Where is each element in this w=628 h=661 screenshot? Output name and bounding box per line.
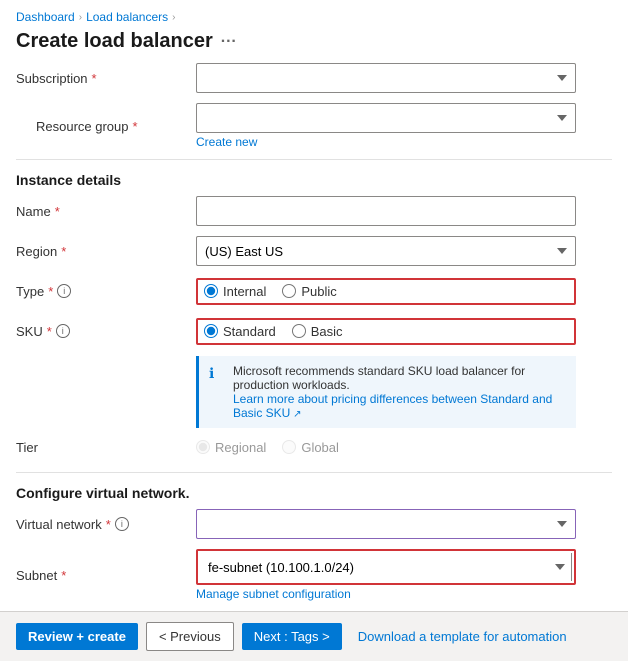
virtual-network-control	[196, 509, 576, 539]
region-control: (US) East US	[196, 236, 576, 266]
tier-global-text: Global	[301, 440, 339, 455]
type-info-icon[interactable]: i	[57, 284, 71, 298]
info-box-icon: ℹ	[209, 365, 225, 420]
type-label: Type * i	[16, 284, 196, 299]
sku-standard-radio[interactable]	[204, 324, 218, 338]
tier-global-radio[interactable]	[282, 440, 296, 454]
sku-control: Standard Basic	[196, 318, 576, 345]
form-content: Subscription * Resource group * Create n…	[0, 63, 628, 643]
subscription-row: Subscription *	[16, 63, 612, 93]
tier-control: Regional Global	[196, 440, 576, 455]
footer: Review + create < Previous Next : Tags >…	[0, 611, 628, 661]
sku-info-icon[interactable]: i	[56, 324, 70, 338]
sku-required: *	[47, 324, 52, 339]
name-label: Name *	[16, 204, 196, 219]
type-public-text: Public	[301, 284, 336, 299]
subscription-select[interactable]	[196, 63, 576, 93]
region-row: Region * (US) East US	[16, 236, 612, 266]
virtual-network-select[interactable]	[196, 509, 576, 539]
type-public-radio[interactable]	[282, 284, 296, 298]
sku-radio-group: Standard Basic	[196, 318, 576, 345]
subscription-label: Subscription *	[16, 71, 196, 86]
resource-group-label: Resource group *	[16, 119, 196, 134]
subscription-control	[196, 63, 576, 93]
page-title-row: Create load balancer ···	[0, 28, 628, 63]
subscription-required: *	[92, 71, 97, 86]
breadcrumb: Dashboard › Load balancers ›	[0, 0, 628, 28]
type-radio-group: Internal Public	[196, 278, 576, 305]
region-required: *	[61, 244, 66, 259]
type-public-label[interactable]: Public	[282, 284, 336, 299]
sku-label: SKU * i	[16, 324, 196, 339]
tier-row: Tier Regional Global	[16, 432, 612, 462]
create-new-link[interactable]: Create new	[196, 135, 576, 149]
name-control	[196, 196, 576, 226]
resource-group-required: *	[133, 119, 138, 134]
configure-vnet-title: Configure virtual network.	[16, 485, 612, 501]
divider-2	[16, 472, 612, 473]
virtual-network-label: Virtual network * i	[16, 517, 196, 532]
sku-info-box: ℹ Microsoft recommends standard SKU load…	[196, 356, 576, 428]
tier-global-label[interactable]: Global	[282, 440, 339, 455]
type-internal-radio[interactable]	[204, 284, 218, 298]
more-options-icon[interactable]: ···	[221, 33, 237, 51]
sku-info-link[interactable]: Learn more about pricing differences bet…	[233, 392, 552, 420]
sku-basic-radio[interactable]	[292, 324, 306, 338]
sku-basic-label[interactable]: Basic	[292, 324, 343, 339]
subnet-required: *	[61, 568, 66, 583]
manage-subnet-link[interactable]: Manage subnet configuration	[196, 587, 576, 601]
tier-regional-text: Regional	[215, 440, 266, 455]
review-create-button[interactable]: Review + create	[16, 623, 138, 650]
tier-regional-radio[interactable]	[196, 440, 210, 454]
name-input[interactable]	[196, 196, 576, 226]
subnet-control: fe-subnet (10.100.1.0/24) Manage subnet …	[196, 549, 576, 601]
subnet-label: Subnet *	[16, 568, 196, 583]
instance-details-title: Instance details	[16, 172, 612, 188]
virtual-network-info-icon[interactable]: i	[115, 517, 129, 531]
virtual-network-row: Virtual network * i	[16, 509, 612, 539]
region-label: Region *	[16, 244, 196, 259]
name-row: Name *	[16, 196, 612, 226]
sku-standard-text: Standard	[223, 324, 276, 339]
sku-standard-label[interactable]: Standard	[204, 324, 276, 339]
type-control: Internal Public	[196, 278, 576, 305]
previous-button[interactable]: < Previous	[146, 622, 234, 651]
type-internal-label[interactable]: Internal	[204, 284, 266, 299]
divider-1	[16, 159, 612, 160]
resource-group-row: Resource group * Create new	[16, 103, 612, 149]
type-internal-text: Internal	[223, 284, 266, 299]
type-required: *	[48, 284, 53, 299]
resource-group-select[interactable]	[196, 103, 576, 133]
sku-row: SKU * i Standard Basic	[16, 316, 612, 346]
type-row: Type * i Internal Public	[16, 276, 612, 306]
name-required: *	[55, 204, 60, 219]
subnet-box: fe-subnet (10.100.1.0/24)	[196, 549, 576, 585]
virtual-network-required: *	[106, 517, 111, 532]
subnet-row: Subnet * fe-subnet (10.100.1.0/24) Manag…	[16, 549, 612, 601]
next-button[interactable]: Next : Tags >	[242, 623, 342, 650]
resource-group-control: Create new	[196, 103, 576, 149]
breadcrumb-chevron-2: ›	[172, 12, 175, 23]
breadcrumb-load-balancers[interactable]: Load balancers	[86, 10, 168, 24]
tier-label: Tier	[16, 440, 196, 455]
download-template-link[interactable]: Download a template for automation	[358, 629, 567, 644]
sku-basic-text: Basic	[311, 324, 343, 339]
breadcrumb-chevron-1: ›	[79, 12, 82, 23]
sku-info-text: Microsoft recommends standard SKU load b…	[233, 364, 566, 420]
page-title: Create load balancer	[16, 30, 213, 53]
tier-regional-label[interactable]: Regional	[196, 440, 266, 455]
breadcrumb-dashboard[interactable]: Dashboard	[16, 10, 75, 24]
tier-radio-group: Regional Global	[196, 440, 576, 455]
region-select[interactable]: (US) East US	[196, 236, 576, 266]
subnet-select[interactable]: fe-subnet (10.100.1.0/24)	[200, 553, 572, 581]
